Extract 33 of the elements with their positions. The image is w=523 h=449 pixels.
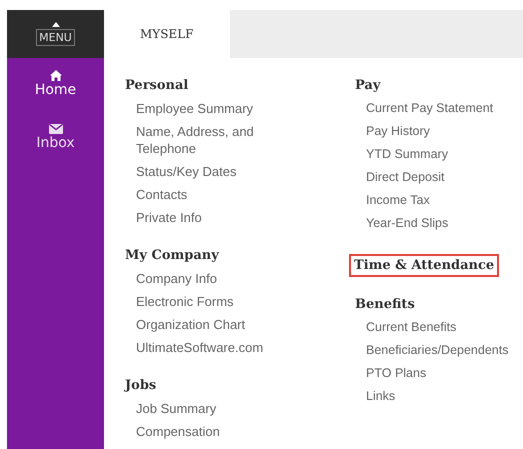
menu-link[interactable]: Pay History — [355, 123, 508, 140]
menu-link[interactable]: PTO Plans — [355, 365, 508, 382]
section-heading[interactable]: Jobs — [123, 374, 158, 397]
menu-link[interactable]: YTD Summary — [355, 146, 508, 163]
menu-link[interactable]: Employee Summary — [125, 100, 266, 117]
section-heading[interactable]: Benefits — [353, 293, 417, 316]
section-heading[interactable]: Time & Attendance — [349, 254, 500, 277]
menu-link[interactable]: Name, Address, and Telephone — [125, 123, 266, 157]
menu-link[interactable]: Current Pay Statement — [355, 100, 508, 117]
menu-link[interactable]: Organization Chart — [125, 316, 266, 333]
menu-link[interactable]: Contacts — [125, 186, 266, 203]
home-icon — [50, 70, 62, 81]
menu-link[interactable]: Current Benefits — [355, 319, 508, 336]
menu-link[interactable]: Compensation — [125, 423, 266, 440]
mail-icon — [48, 124, 62, 134]
sidebar-item[interactable]: Home — [34, 70, 76, 98]
menu-link[interactable]: Status/Key Dates — [125, 163, 266, 180]
menu-link[interactable]: Links — [355, 388, 508, 405]
menu-link[interactable]: Company Info — [125, 270, 266, 287]
section-heading[interactable]: Personal — [123, 74, 190, 97]
menu-link[interactable]: Electronic Forms — [125, 293, 266, 310]
menu-link[interactable]: Year-End Slips — [355, 215, 508, 232]
menu-link[interactable]: Beneficiaries/Dependents — [355, 342, 508, 359]
caret-icon — [52, 22, 60, 27]
menu-link[interactable]: Direct Deposit — [355, 169, 508, 186]
menu-link[interactable]: Job Summary — [125, 400, 266, 417]
section-heading[interactable]: My Company — [123, 244, 221, 267]
menu-link[interactable]: Income Tax — [355, 192, 508, 209]
menu-button[interactable]: MENU — [7, 10, 104, 58]
menu-link[interactable]: Private Info — [125, 209, 266, 226]
section-heading[interactable]: Pay — [353, 74, 382, 97]
sidebar-item[interactable]: Inbox — [36, 124, 75, 151]
menu-link[interactable]: UltimateSoftware.com — [125, 339, 266, 356]
